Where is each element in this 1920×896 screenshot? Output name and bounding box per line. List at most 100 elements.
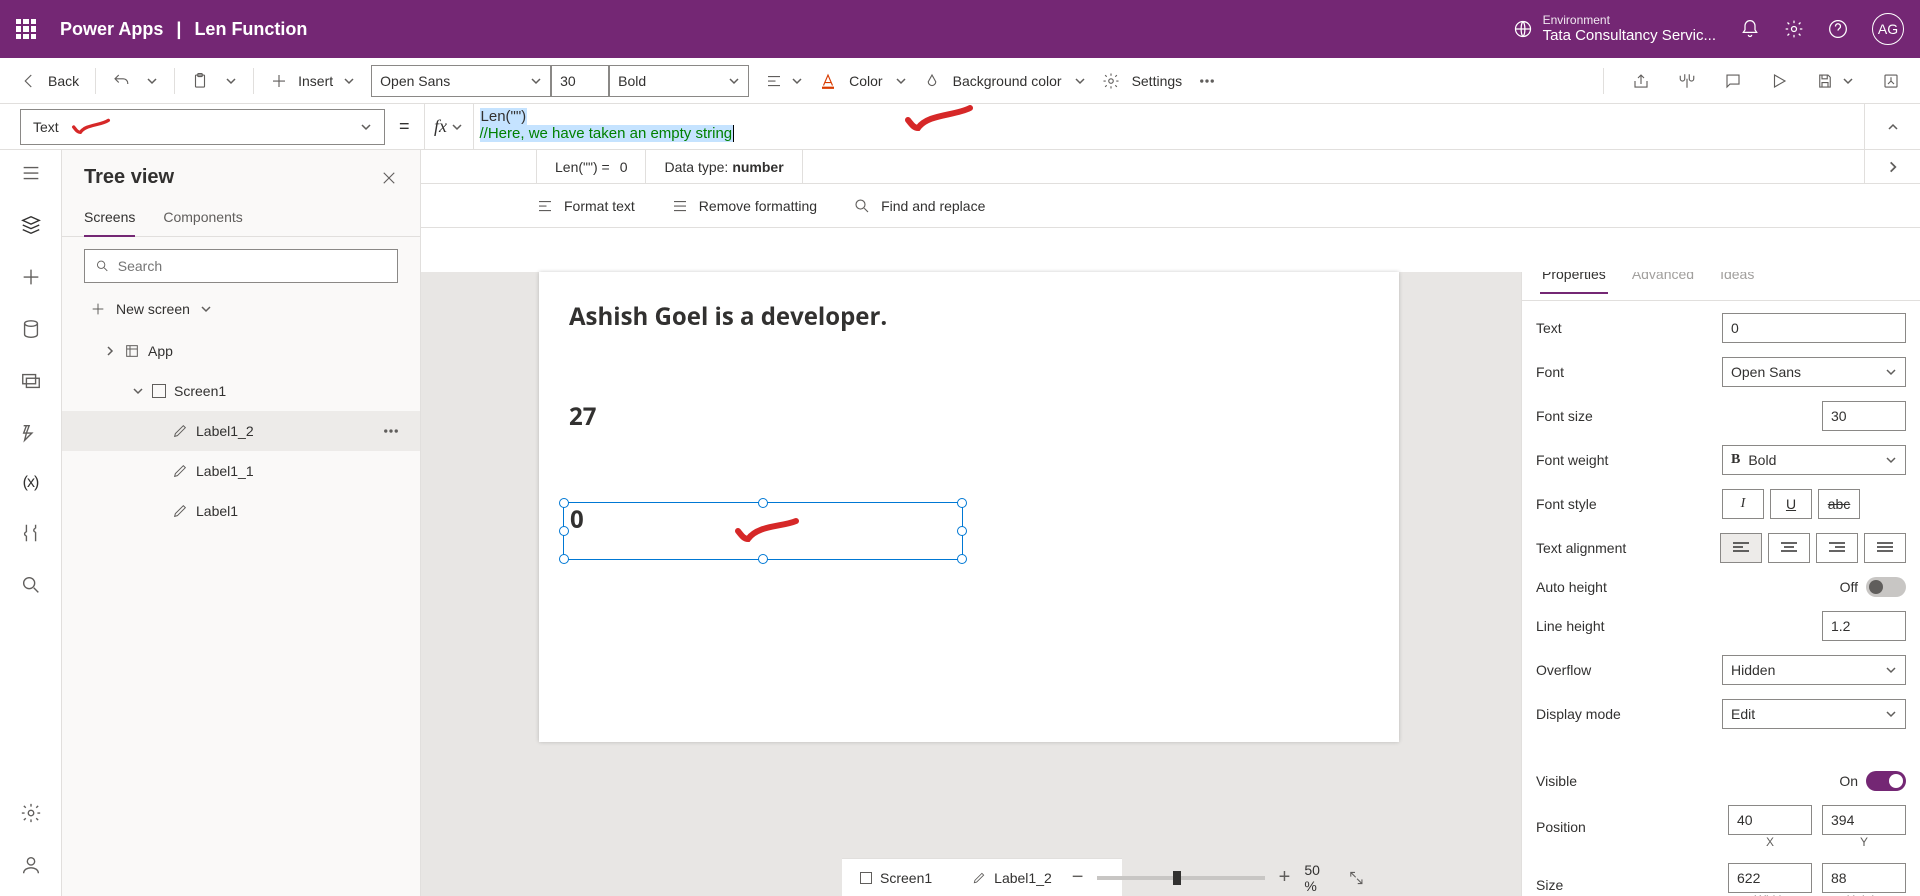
selected-control[interactable]: 0 — [563, 502, 963, 560]
insert-button[interactable]: Insert — [270, 72, 355, 90]
next-button[interactable] — [1864, 150, 1920, 183]
tab-ideas[interactable]: Ideas — [1718, 272, 1756, 294]
fill-icon — [923, 72, 941, 90]
chevron-right-icon[interactable] — [104, 345, 116, 357]
prop-display-select[interactable]: Edit — [1722, 699, 1906, 729]
checker-icon[interactable] — [1678, 72, 1696, 90]
data-icon[interactable] — [20, 318, 42, 340]
tools-icon[interactable] — [20, 522, 42, 544]
tree-item-screen[interactable]: Screen1 — [62, 371, 420, 411]
prop-overflow-select[interactable]: Hidden — [1722, 655, 1906, 685]
remove-format-button[interactable]: Remove formatting — [671, 197, 817, 215]
tree-item-app[interactable]: App — [62, 331, 420, 371]
align-left-button[interactable] — [1720, 533, 1762, 563]
flow-icon[interactable] — [20, 422, 42, 444]
bell-icon[interactable] — [1740, 19, 1760, 39]
breadcrumb-screen[interactable]: Screen1 — [860, 870, 932, 886]
tree-item-label[interactable]: Label1_1 — [62, 451, 420, 491]
share-icon[interactable] — [1632, 72, 1650, 90]
align-right-button[interactable] — [1816, 533, 1858, 563]
tree-item-label[interactable]: Label1 — [62, 491, 420, 531]
font-weight-select[interactable]: Bold — [609, 65, 749, 97]
tree-item-label[interactable]: Label1_2 — [62, 411, 420, 451]
tab-components[interactable]: Components — [163, 199, 242, 236]
play-icon[interactable] — [1770, 72, 1788, 90]
back-button[interactable]: Back — [20, 72, 79, 90]
color-menu[interactable]: Color — [819, 72, 906, 90]
font-size-input[interactable]: 30 — [551, 65, 609, 97]
autoheight-toggle[interactable] — [1866, 577, 1906, 597]
visible-toggle[interactable] — [1866, 771, 1906, 791]
paste-icon[interactable] — [191, 72, 209, 90]
zoom-out[interactable]: − — [1072, 866, 1084, 889]
publish-icon[interactable] — [1882, 72, 1900, 90]
prop-font-select[interactable]: Open Sans — [1722, 357, 1906, 387]
globe-icon — [1513, 19, 1533, 39]
gear-icon[interactable] — [1784, 19, 1804, 39]
virtual-agent-icon[interactable] — [20, 854, 42, 876]
tab-properties[interactable]: Properties — [1540, 272, 1608, 294]
prop-text-input[interactable]: 0 — [1722, 313, 1906, 343]
avatar[interactable]: AG — [1872, 13, 1904, 45]
search-input[interactable] — [84, 249, 398, 283]
variables-icon[interactable]: (x) — [23, 474, 39, 492]
undo-dropdown[interactable] — [146, 75, 158, 87]
app-name: Power Apps | Len Function — [60, 19, 307, 40]
paste-dropdown[interactable] — [225, 75, 237, 87]
hamburger-icon[interactable] — [20, 162, 42, 184]
fit-icon[interactable] — [1348, 869, 1365, 887]
tab-advanced[interactable]: Advanced — [1630, 272, 1696, 294]
align-center-button[interactable] — [1768, 533, 1810, 563]
prop-fontweight-select[interactable]: BBold — [1722, 445, 1906, 475]
font-select[interactable]: Open Sans — [371, 65, 551, 97]
align-justify-button[interactable] — [1864, 533, 1906, 563]
settings-menu[interactable]: Settings — [1102, 72, 1183, 90]
prop-fontsize-input[interactable]: 30 — [1822, 401, 1906, 431]
label-text[interactable]: 27 — [569, 400, 596, 433]
canvas[interactable]: Ashish Goel is a developer. 27 0 — [539, 272, 1399, 742]
tab-screens[interactable]: Screens — [84, 199, 135, 237]
fx-button[interactable]: fx — [424, 104, 474, 149]
save-icon[interactable] — [1816, 72, 1834, 90]
more-icon[interactable] — [382, 422, 400, 440]
prop-x-input[interactable]: 40 — [1728, 805, 1812, 835]
font-color-icon — [819, 72, 837, 90]
close-icon[interactable] — [380, 169, 398, 187]
bgcolor-menu[interactable]: Background color — [923, 72, 1086, 90]
prop-width-input[interactable]: 622 — [1728, 863, 1812, 893]
plus-icon — [270, 72, 288, 90]
italic-button[interactable]: I — [1722, 489, 1764, 519]
media-icon[interactable] — [20, 370, 42, 392]
tree-view-icon[interactable] — [20, 214, 42, 236]
annotation-check — [71, 117, 111, 137]
prop-height-input[interactable]: 88 — [1822, 863, 1906, 893]
more-icon[interactable] — [1198, 72, 1216, 90]
undo-icon[interactable] — [112, 72, 130, 90]
zoom-slider[interactable] — [1097, 876, 1264, 880]
label-text[interactable]: Ashish Goel is a developer. — [569, 300, 887, 333]
zoom-in[interactable]: + — [1279, 866, 1291, 889]
underline-button[interactable]: U — [1770, 489, 1812, 519]
prop-lineheight-input[interactable]: 1.2 — [1822, 611, 1906, 641]
chevron-down-icon — [343, 75, 355, 87]
insert-pane-icon[interactable] — [20, 266, 42, 288]
format-text-button[interactable]: Format text — [536, 197, 635, 215]
formula-input[interactable]: Len("") //Here, we have taken an empty s… — [474, 104, 1864, 149]
strike-button[interactable]: abc — [1818, 489, 1860, 519]
property-select[interactable]: Text — [20, 109, 385, 145]
comment-icon[interactable] — [1724, 72, 1742, 90]
app-launcher-icon[interactable] — [16, 19, 36, 39]
expand-formula[interactable] — [1864, 104, 1920, 149]
new-screen-button[interactable]: New screen — [62, 295, 420, 323]
find-replace-button[interactable]: Find and replace — [853, 197, 985, 215]
align-menu[interactable] — [765, 72, 803, 90]
breadcrumb-control[interactable]: Label1_2 — [972, 870, 1052, 886]
chevron-down-icon[interactable] — [132, 385, 144, 397]
screen-icon — [860, 872, 872, 884]
search-icon[interactable] — [20, 574, 42, 596]
gear-icon[interactable] — [20, 802, 42, 824]
prop-y-input[interactable]: 394 — [1822, 805, 1906, 835]
environment[interactable]: Environment Tata Consultancy Servic... — [1513, 13, 1716, 45]
help-icon[interactable] — [1828, 19, 1848, 39]
save-dropdown[interactable] — [1842, 75, 1854, 87]
